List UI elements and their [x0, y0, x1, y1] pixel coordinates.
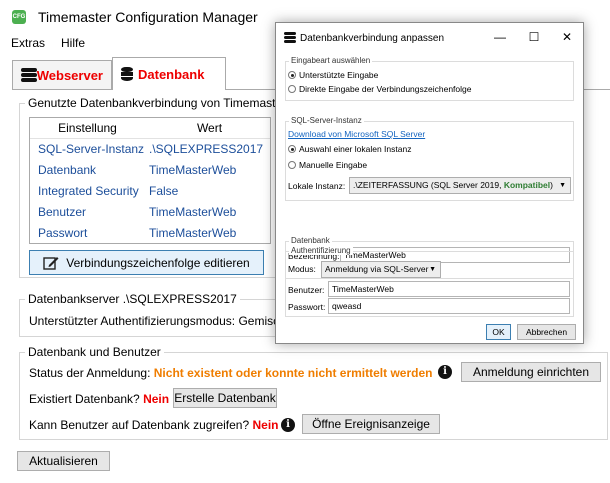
user-access-value: Nein	[252, 418, 279, 432]
radio-label: Auswahl einer lokalen Instanz	[299, 144, 412, 154]
edit-connection-string-button[interactable]: Verbindungszeichenfolge editieren	[29, 250, 264, 275]
radio-direct-input[interactable]: Direkte Eingabe der Verbindungszeichenfo…	[288, 84, 471, 94]
user-access-line: Kann Benutzer auf Datenbank zugreifen? N…	[29, 418, 279, 432]
auth-mode-select[interactable]: Anmeldung via SQL-Server ▼	[321, 261, 441, 278]
database-title: Datenbank	[289, 236, 332, 245]
user-field[interactable]: TimeMasterWeb	[328, 281, 570, 297]
radio-label: Direkte Eingabe der Verbindungszeichenfo…	[299, 84, 472, 94]
sql-server-download-link[interactable]: Download von Microsoft SQL Server	[288, 129, 425, 139]
value-cell: TimeMasterWeb	[149, 163, 237, 177]
login-status-line: Status der Anmeldung: Nicht existent ode…	[29, 366, 432, 380]
tab-webserver-label: Webserver	[36, 67, 103, 83]
instance-title: SQL-Server-Instanz	[289, 116, 364, 125]
local-instance-select[interactable]: .\ZEITERFASSUNG (SQL Server 2019, Kompat…	[349, 177, 571, 194]
tab-datenbank-label: Datenbank	[138, 66, 205, 82]
table-row[interactable]: Datenbank TimeMasterWeb	[30, 160, 270, 181]
radio-label: Unterstützte Eingabe	[299, 70, 379, 80]
info-icon[interactable]: i	[281, 418, 295, 432]
setting-cell: Integrated Security	[38, 184, 139, 198]
column-header-value[interactable]: Wert	[145, 118, 270, 138]
open-event-viewer-button[interactable]: Öffne Ereignisanzeige	[302, 414, 440, 434]
tab-datenbank[interactable]: Datenbank	[112, 57, 226, 90]
compatible-badge: Kompatibel	[503, 180, 551, 190]
server-group-title: Datenbankserver .\SQLEXPRESS2017	[25, 292, 240, 306]
table-row[interactable]: Passwort TimeMasterWeb	[30, 223, 270, 244]
dialog-titlebar[interactable]: Datenbankverbindung anpassen — ☐ ✕	[276, 23, 583, 53]
user-label: Benutzer:	[288, 285, 325, 295]
database-cylinder-icon	[121, 67, 133, 81]
radio-selected-icon	[288, 145, 296, 153]
setting-cell: SQL-Server-Instanz	[38, 142, 145, 156]
app-logo-icon: CFG	[12, 10, 26, 24]
db-exists-line: Existiert Datenbank? Nein	[29, 392, 169, 406]
refresh-button[interactable]: Aktualisieren	[17, 451, 110, 471]
radio-unselected-icon	[288, 161, 296, 169]
create-database-button[interactable]: Erstelle Datenbank	[173, 388, 277, 408]
value-cell: TimeMasterWeb	[149, 205, 237, 219]
menu-extras[interactable]: Extras	[11, 36, 45, 50]
login-status-label: Status der Anmeldung:	[29, 366, 151, 380]
cancel-button[interactable]: Abbrechen	[517, 324, 576, 340]
edit-icon	[43, 256, 59, 270]
connection-dialog: Datenbankverbindung anpassen — ☐ ✕ Einga…	[275, 22, 584, 344]
chevron-down-icon: ▼	[429, 266, 436, 273]
maximize-icon[interactable]: ☐	[527, 30, 541, 44]
password-field[interactable]: qweasd	[328, 298, 570, 314]
info-icon[interactable]: i	[438, 365, 452, 379]
radio-label: Manuelle Eingabe	[299, 160, 368, 170]
connection-settings-grid[interactable]: Einstellung Wert SQL-Server-Instanz .\SQ…	[29, 117, 271, 244]
menu-hilfe[interactable]: Hilfe	[61, 36, 85, 50]
setting-cell: Datenbank	[38, 163, 97, 177]
window-title: Timemaster Configuration Manager	[38, 9, 258, 25]
local-instance-label: Lokale Instanz:	[288, 181, 346, 191]
auth-mode-value: Anmeldung via SQL-Server	[325, 264, 429, 274]
value-cell: .\SQLEXPRESS2017	[149, 142, 264, 156]
grid-header: Einstellung Wert	[30, 118, 270, 139]
auth-title: Authentifizierung	[289, 246, 353, 255]
radio-local-instance[interactable]: Auswahl einer lokalen Instanz	[288, 144, 411, 154]
auth-mode-label: Modus:	[288, 264, 316, 274]
chevron-down-icon: ▼	[559, 182, 566, 189]
input-mode-group: Eingabeart auswählen	[285, 56, 574, 101]
connection-group-title: Genutzte Datenbankverbindung von Timemas…	[25, 96, 290, 110]
db-exists-label: Existiert Datenbank?	[29, 392, 140, 406]
local-instance-value-end: )	[550, 180, 553, 190]
db-exists-value: Nein	[143, 392, 170, 406]
ok-button[interactable]: OK	[486, 324, 511, 340]
database-icon	[21, 68, 37, 82]
setup-login-button[interactable]: Anmeldung einrichten	[461, 362, 601, 382]
setting-cell: Benutzer	[38, 205, 87, 219]
tab-webserver[interactable]: Webserver	[12, 60, 112, 89]
value-cell: TimeMasterWeb	[149, 226, 237, 240]
table-row[interactable]: SQL-Server-Instanz .\SQLEXPRESS2017	[30, 139, 270, 160]
auth-mode-text: Unterstützter Authentifizierungsmodus: G…	[29, 314, 276, 328]
database-icon	[284, 32, 296, 44]
login-status-value: Nicht existent oder konnte nicht ermitte…	[153, 366, 433, 380]
password-label: Passwort:	[288, 302, 326, 312]
minimize-icon[interactable]: —	[493, 30, 507, 44]
setting-cell: Passwort	[38, 226, 88, 240]
radio-unselected-icon	[288, 85, 296, 93]
table-row[interactable]: Integrated Security False	[30, 181, 270, 202]
radio-selected-icon	[288, 71, 296, 79]
edit-connection-string-label: Verbindungszeichenfolge editieren	[66, 255, 250, 270]
input-mode-title: Eingabeart auswählen	[289, 56, 373, 65]
column-header-setting[interactable]: Einstellung	[30, 118, 145, 138]
local-instance-value: .\ZEITERFASSUNG (SQL Server 2019,	[353, 180, 504, 190]
db-user-group-title: Datenbank und Benutzer	[25, 345, 164, 359]
user-access-label: Kann Benutzer auf Datenbank zugreifen?	[29, 418, 250, 432]
value-cell: False	[149, 184, 179, 198]
close-icon[interactable]: ✕	[560, 30, 574, 44]
dialog-title: Datenbankverbindung anpassen	[300, 33, 444, 44]
radio-supported-input[interactable]: Unterstützte Eingabe	[288, 70, 378, 80]
radio-manual-input[interactable]: Manuelle Eingabe	[288, 160, 367, 170]
table-row[interactable]: Benutzer TimeMasterWeb	[30, 202, 270, 223]
